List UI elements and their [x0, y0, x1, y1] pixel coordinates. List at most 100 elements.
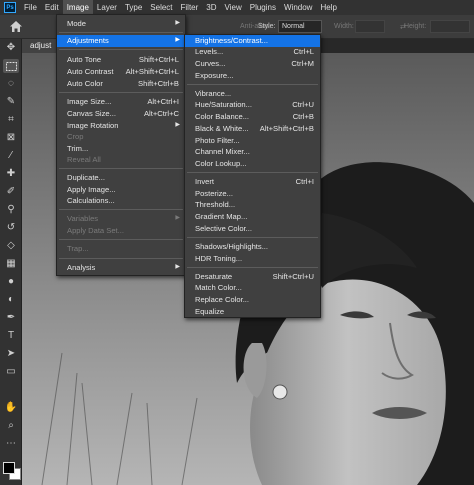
menu-item-hdr-toning[interactable]: HDR Toning...: [185, 253, 320, 265]
menu-separator: [59, 49, 183, 50]
menu-item-analysis[interactable]: Analysis ▶: [57, 262, 185, 274]
menu-separator: [59, 209, 183, 210]
menu-item-gradient-map[interactable]: Gradient Map...: [185, 211, 320, 223]
more-tools-icon[interactable]: ⋯: [3, 437, 19, 451]
menu-item-equalize[interactable]: Equalize: [185, 306, 320, 318]
menu-type[interactable]: Type: [121, 0, 146, 15]
menu-item-replace-color[interactable]: Replace Color...: [185, 294, 320, 306]
height-input[interactable]: [430, 20, 470, 33]
menu-item-curves[interactable]: Curves... Ctrl+M: [185, 58, 320, 70]
move-tool-icon[interactable]: ✥: [3, 41, 19, 55]
gradient-tool-icon[interactable]: ▦: [3, 257, 19, 271]
chevron-right-icon: ▶: [175, 215, 180, 221]
menu-item-selective-color[interactable]: Selective Color...: [185, 223, 320, 235]
lasso-tool-icon[interactable]: ◌: [3, 77, 19, 91]
menu-separator: [59, 32, 183, 33]
menu-item-reveal-all[interactable]: Reveal All: [57, 154, 185, 166]
menu-item-posterize[interactable]: Posterize...: [185, 188, 320, 200]
brush-tool-icon[interactable]: ✐: [3, 185, 19, 199]
eraser-tool-icon[interactable]: ◇: [3, 239, 19, 253]
menu-item-image-rotation[interactable]: Image Rotation ▶: [57, 120, 185, 132]
menu-item-mode[interactable]: Mode ▶: [57, 18, 185, 30]
menu-3d[interactable]: 3D: [202, 0, 220, 15]
menu-separator: [59, 168, 183, 169]
menu-item-black-white[interactable]: Black & White... Alt+Shift+Ctrl+B: [185, 123, 320, 135]
menu-item-auto-contrast[interactable]: Auto Contrast Alt+Shift+Ctrl+L: [57, 66, 185, 78]
style-select[interactable]: Normal: [278, 20, 322, 33]
menu-item-exposure[interactable]: Exposure...: [185, 70, 320, 82]
menu-separator: [187, 237, 318, 238]
menu-layer[interactable]: Layer: [93, 0, 121, 15]
menu-item-trap[interactable]: Trap...: [57, 243, 185, 255]
adjustments-submenu: Brightness/Contrast... Levels... Ctrl+L C…: [184, 34, 321, 318]
rectangle-tool-icon[interactable]: ▭: [3, 365, 19, 379]
dodge-tool-icon[interactable]: ◐: [3, 293, 19, 307]
menu-item-shadows-highlights[interactable]: Shadows/Highlights...: [185, 241, 320, 253]
width-input[interactable]: [355, 20, 385, 33]
menu-item-variables[interactable]: Variables ▶: [57, 213, 185, 225]
hand-tool-icon[interactable]: ✋: [3, 401, 19, 415]
menu-item-vibrance[interactable]: Vibrance...: [185, 88, 320, 100]
menu-file[interactable]: File: [20, 0, 41, 15]
menu-item-image-size[interactable]: Image Size... Alt+Ctrl+I: [57, 96, 185, 108]
quick-select-tool-icon[interactable]: ✎: [3, 95, 19, 109]
width-label: Width:: [334, 23, 354, 30]
menu-item-adjustments[interactable]: Adjustments ▶: [57, 35, 185, 47]
chevron-right-icon: ▶: [175, 122, 180, 128]
healing-brush-tool-icon[interactable]: ✚: [3, 167, 19, 181]
menu-item-invert[interactable]: Invert Ctrl+I: [185, 176, 320, 188]
style-label: Style:: [258, 23, 276, 30]
menu-separator: [187, 84, 318, 85]
menu-help[interactable]: Help: [316, 0, 340, 15]
menu-item-auto-color[interactable]: Auto Color Shift+Ctrl+B: [57, 78, 185, 90]
height-label: Height:: [404, 23, 427, 30]
menu-item-desaturate[interactable]: Desaturate Shift+Ctrl+U: [185, 271, 320, 283]
menu-item-canvas-size[interactable]: Canvas Size... Alt+Ctrl+C: [57, 108, 185, 120]
menu-item-trim[interactable]: Trim...: [57, 143, 185, 155]
menu-item-levels[interactable]: Levels... Ctrl+L: [185, 46, 320, 58]
zoom-tool-icon[interactable]: ⌕: [3, 419, 19, 433]
menu-filter[interactable]: Filter: [177, 0, 203, 15]
menu-item-color-balance[interactable]: Color Balance... Ctrl+B: [185, 111, 320, 123]
blur-tool-icon[interactable]: ●: [3, 275, 19, 289]
clone-stamp-tool-icon[interactable]: ⚲: [3, 203, 19, 217]
menu-separator: [59, 92, 183, 93]
menu-item-apply-image[interactable]: Apply Image...: [57, 184, 185, 196]
menu-separator: [187, 267, 318, 268]
menu-item-calculations[interactable]: Calculations...: [57, 195, 185, 207]
menu-item-channel-mixer[interactable]: Channel Mixer...: [185, 146, 320, 158]
image-menu: Mode ▶ Adjustments ▶ Auto Tone Shift+Ctrl+L…: [56, 14, 186, 276]
path-select-tool-icon[interactable]: ➤: [3, 347, 19, 361]
marquee-tool-icon[interactable]: [3, 59, 19, 73]
menu-item-crop[interactable]: Crop: [57, 131, 185, 143]
history-brush-tool-icon[interactable]: ↺: [3, 221, 19, 235]
eyedropper-tool-icon[interactable]: ⁄: [3, 149, 19, 163]
menu-window[interactable]: Window: [280, 0, 316, 15]
menu-item-match-color[interactable]: Match Color...: [185, 282, 320, 294]
menu-item-brightness-contrast[interactable]: Brightness/Contrast...: [185, 35, 320, 47]
tools-panel: ✥ ◌ ✎ ⌗ ⊠ ⁄ ✚ ✐ ⚲ ↺ ◇ ▦ ● ◐ ✒ T ➤ ▭ ✋ ⌕ …: [0, 39, 22, 485]
menu-select[interactable]: Select: [146, 0, 176, 15]
document-tab[interactable]: adjust: [22, 39, 60, 53]
menu-item-hue-saturation[interactable]: Hue/Saturation... Ctrl+U: [185, 99, 320, 111]
chevron-right-icon: ▶: [175, 264, 180, 270]
type-tool-icon[interactable]: T: [3, 329, 19, 343]
menu-item-threshold[interactable]: Threshold...: [185, 199, 320, 211]
menu-item-duplicate[interactable]: Duplicate...: [57, 172, 185, 184]
menu-view[interactable]: View: [221, 0, 246, 15]
menu-separator: [59, 258, 183, 259]
menu-item-color-lookup[interactable]: Color Lookup...: [185, 158, 320, 170]
crop-tool-icon[interactable]: ⌗: [3, 113, 19, 127]
chevron-right-icon: ▶: [175, 20, 180, 26]
menu-image[interactable]: Image: [62, 0, 93, 15]
chevron-right-icon: ▶: [175, 37, 180, 43]
home-icon[interactable]: [9, 20, 23, 33]
foreground-color-swatch[interactable]: [3, 462, 15, 474]
menu-plugins[interactable]: Plugins: [246, 0, 280, 15]
menu-item-apply-data-set[interactable]: Apply Data Set...: [57, 225, 185, 237]
menu-edit[interactable]: Edit: [41, 0, 63, 15]
pen-tool-icon[interactable]: ✒: [3, 311, 19, 325]
menu-item-auto-tone[interactable]: Auto Tone Shift+Ctrl+L: [57, 54, 185, 66]
menu-item-photo-filter[interactable]: Photo Filter...: [185, 135, 320, 147]
frame-tool-icon[interactable]: ⊠: [3, 131, 19, 145]
